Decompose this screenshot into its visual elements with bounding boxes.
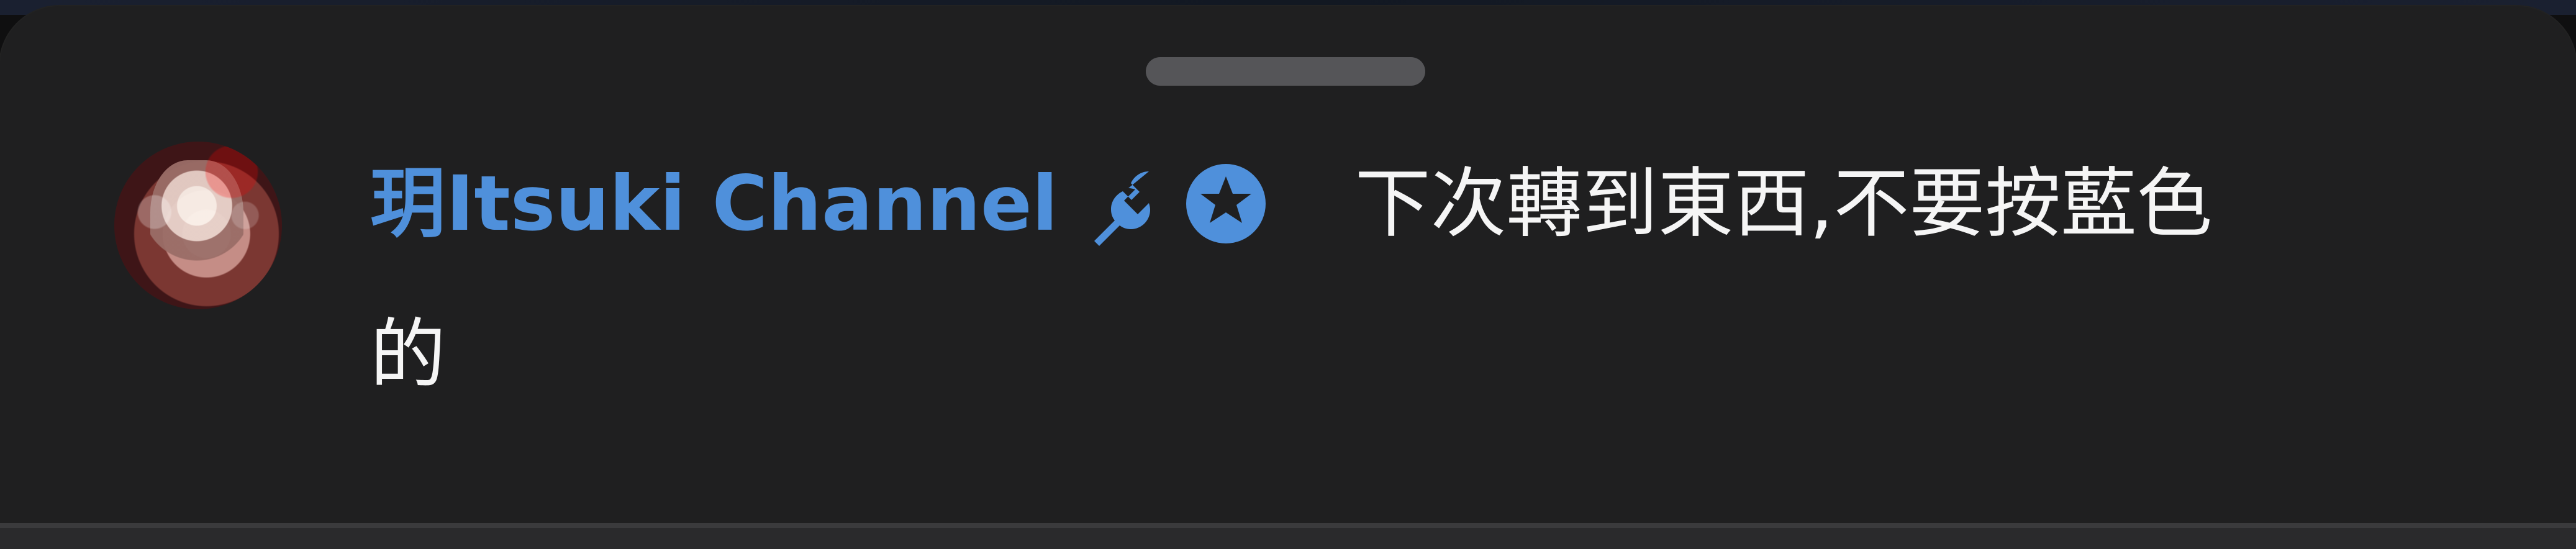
comment-header-line: 玥Itsuki Channel 下次轉到東西,不要按藍色 (370, 154, 2212, 253)
comment-message-line-1: 下次轉到東西,不要按藍色 (1354, 160, 2213, 248)
comment-sheet: 玥Itsuki Channel 下次轉到東西,不要按藍色 的 (0, 6, 2576, 525)
wrench-icon (1088, 161, 1172, 246)
comment-message-line-2: 的 (370, 311, 446, 399)
bottom-screen-strip (0, 528, 2576, 549)
star-badge-icon (1184, 161, 1268, 246)
author-name[interactable]: 玥Itsuki Channel (370, 166, 1058, 242)
drag-handle[interactable] (1146, 57, 1425, 86)
avatar[interactable] (114, 142, 282, 309)
